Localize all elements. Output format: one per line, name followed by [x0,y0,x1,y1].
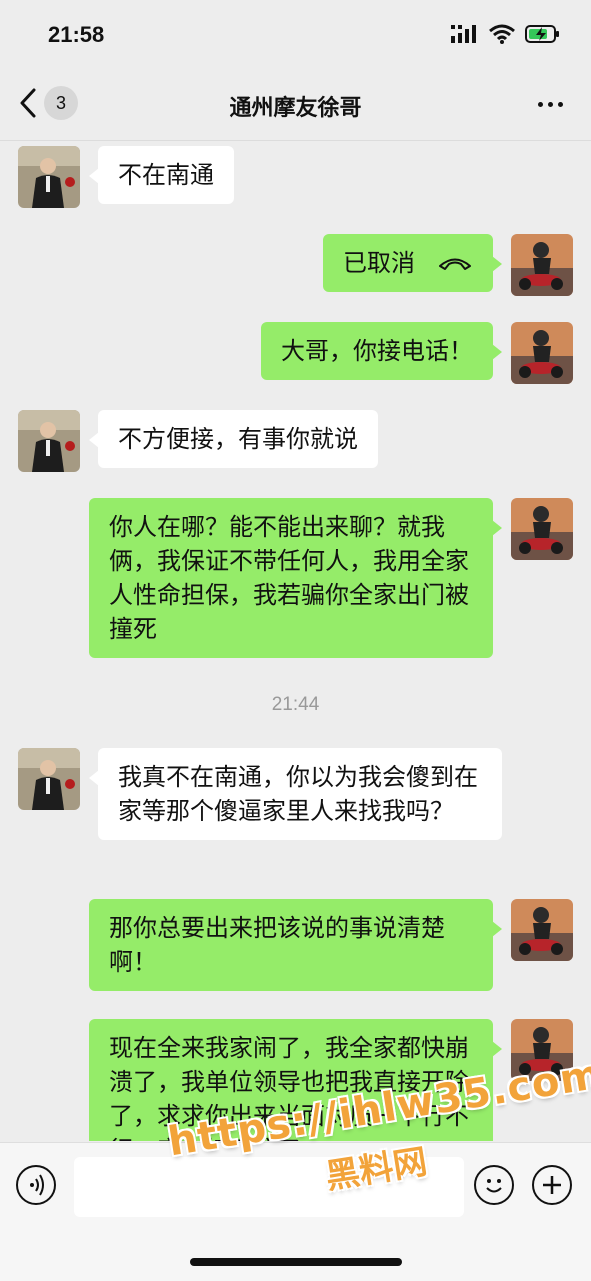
user-avatar-image [511,234,573,296]
message-bubble[interactable]: 大哥，你接电话！ [261,322,502,380]
voice-input-button[interactable] [16,1165,56,1205]
user-avatar-image [511,322,573,384]
more-actions-button[interactable] [532,1165,572,1205]
smiley-icon [486,1179,502,1193]
message-bubble[interactable]: 你人在哪？能不能出来聊？就我俩，我保证不带任何人，我用全家人性命担保，我若骗你全… [89,498,502,658]
hang-up-phone-icon [439,258,471,270]
contact-avatar[interactable] [18,146,80,208]
message-bubble[interactable]: 不在南通 [89,146,234,204]
user-avatar[interactable] [511,234,573,296]
message-list[interactable]: 不在南通 已取消 大哥，你接电话！ 不方便接，有事你就说 你人在哪？能不能出来聊… [0,141,591,1141]
status-icons [451,24,561,44]
user-avatar[interactable] [511,899,573,961]
emoji-button[interactable] [474,1165,514,1205]
contact-avatar-image [18,748,80,810]
home-indicator[interactable] [190,1258,402,1266]
user-avatar-image [511,498,573,560]
message-timestamp: 21:44 [271,694,320,715]
message-bubble[interactable]: 那你总要出来把该说的事说清楚啊！ [89,899,502,991]
more-dot-icon [558,102,563,107]
more-dot-icon [538,102,543,107]
status-time: 21:58 [48,22,105,47]
cancelled-call-bubble[interactable]: 已取消 [323,234,502,292]
contact-avatar[interactable] [18,410,80,472]
call-status-text: 已取消 [343,249,415,277]
wifi-icon [489,24,515,44]
chat-header: 3 通州摩友徐哥 [0,72,591,141]
voice-wave-icon [30,1174,44,1196]
contact-avatar-image [18,410,80,472]
battery-charging-icon [525,25,559,43]
user-avatar[interactable] [511,498,573,560]
more-dot-icon [548,102,553,107]
status-bar: 21:58 [0,0,591,72]
more-options-button[interactable] [538,102,563,107]
plus-icon [543,1176,561,1194]
message-bubble[interactable]: 我真不在南通，你以为我会傻到在家等那个傻逼家里人来找我吗？ [89,748,502,840]
contact-avatar-image [18,146,80,208]
user-avatar[interactable] [511,322,573,384]
contact-avatar[interactable] [18,748,80,810]
chat-title: 通州摩友徐哥 [229,96,362,121]
user-avatar-image [511,899,573,961]
cellular-signal-icon [451,25,476,43]
message-bubble[interactable]: 不方便接，有事你就说 [89,410,378,468]
